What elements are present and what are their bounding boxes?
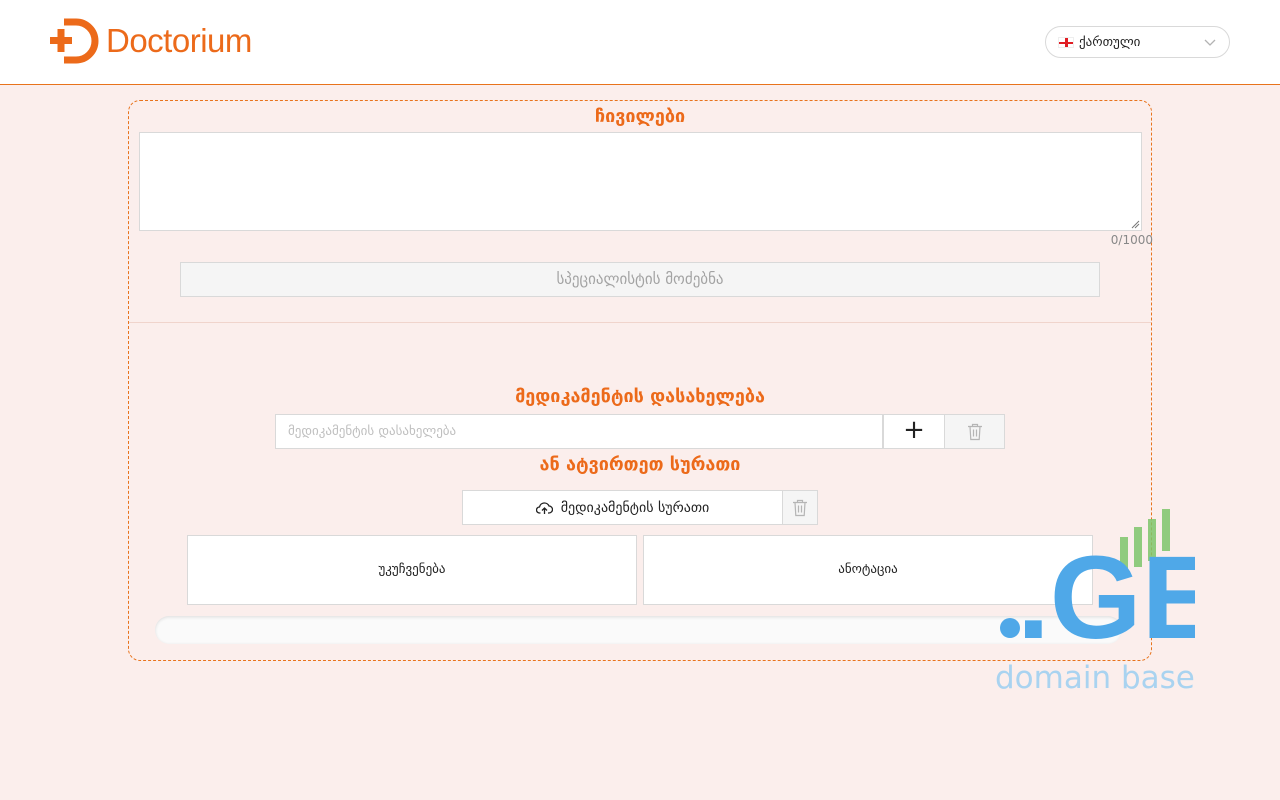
watermark-subtitle: domain base [995, 660, 1195, 696]
section-divider [129, 322, 1151, 323]
resize-grip-icon[interactable] [1131, 220, 1140, 229]
domain-base-watermark: .GE domain base [995, 505, 1220, 700]
logo-text: Doctorium [106, 22, 252, 59]
trash-icon [793, 499, 807, 516]
complaints-textarea[interactable] [139, 132, 1142, 231]
header: Doctorium ქართული [0, 0, 1280, 85]
doctorium-logo-icon [50, 18, 99, 64]
delete-medication-button[interactable] [944, 414, 1005, 449]
medication-name-input[interactable]: მედიკამენტის დასახელება [275, 414, 883, 449]
watermark-logo-text: .GE [1017, 532, 1195, 655]
delete-image-button[interactable] [782, 490, 818, 525]
character-counter: 0/1000 [1110, 233, 1153, 247]
complaints-title: ჩივილები [594, 106, 686, 127]
upload-medication-image-button[interactable]: მედიკამენტის სურათი [462, 490, 783, 525]
cloud-upload-icon [535, 501, 553, 514]
contraindications-card[interactable]: უკუჩვენება [187, 535, 637, 605]
upload-button-label: მედიკამენტის სურათი [560, 499, 710, 516]
medication-name-title: მედიკამენტის დასახელება [515, 386, 765, 407]
ge-watermark-logo: .GE [1000, 509, 1220, 664]
search-specialist-button[interactable]: სპეციალისტის მოძებნა [180, 262, 1100, 297]
add-medication-button[interactable]: + [883, 414, 945, 449]
trash-icon [967, 423, 982, 440]
language-select[interactable]: ქართული [1045, 26, 1230, 58]
georgia-flag-icon [1058, 36, 1074, 48]
upload-image-title: ან ატვირთეთ სურათი [539, 454, 741, 475]
chevron-down-icon [1204, 39, 1216, 46]
doctorium-logo[interactable]: Doctorium [50, 18, 252, 64]
language-selected-label: ქართული [1079, 34, 1141, 50]
progress-bar [155, 616, 1122, 644]
